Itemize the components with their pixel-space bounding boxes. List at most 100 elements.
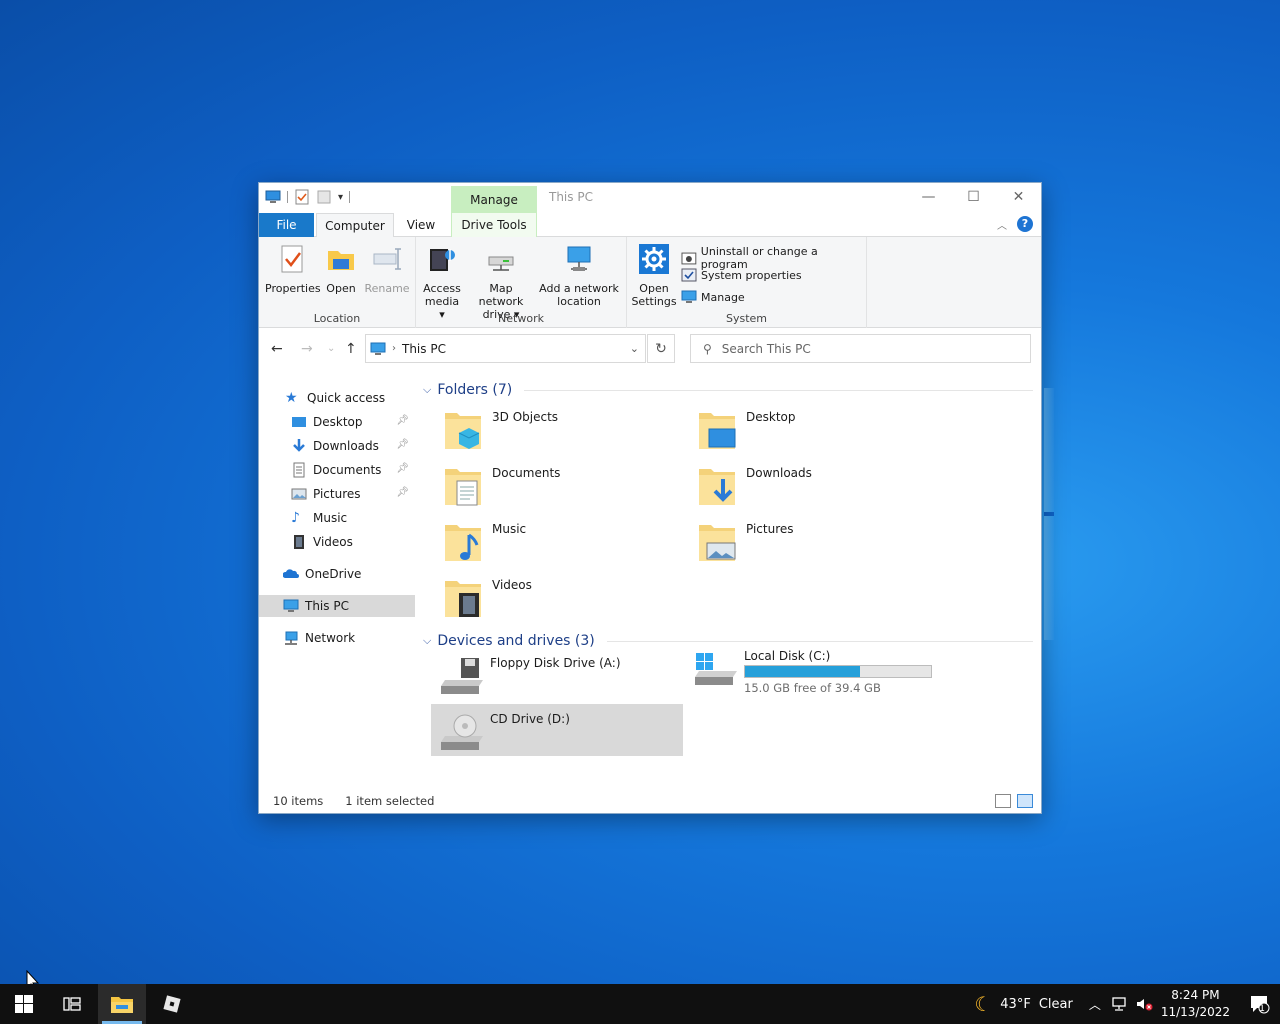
nav-onedrive[interactable]: OneDrive <box>259 563 415 585</box>
address-row: ← → ⌄ ↑ › This PC ⌄ ↻ ⚲ Search This PC <box>259 329 1041 369</box>
nav-downloads-label: Downloads <box>313 439 379 453</box>
recent-locations-button[interactable]: ⌄ <box>327 343 335 354</box>
rename-button[interactable]: Rename <box>363 243 411 295</box>
add-network-location-button[interactable]: Add a network location <box>538 243 620 308</box>
status-bar: 10 items 1 item selected <box>259 789 1041 813</box>
close-button[interactable]: ✕ <box>996 183 1041 211</box>
rename-label: Rename <box>364 282 410 295</box>
folder-videos[interactable]: Videos <box>425 571 665 623</box>
network-group-label: Network <box>498 312 544 325</box>
properties-check-icon[interactable] <box>294 189 310 205</box>
large-icons-view-button[interactable] <box>1017 794 1033 808</box>
ribbon-group-system: Open Settings Uninstall or change a prog… <box>627 237 867 328</box>
drive-floppy-a[interactable]: Floppy Disk Drive (A:) <box>431 648 683 700</box>
address-dropdown-icon[interactable]: ⌄ <box>630 342 639 355</box>
qat-dropdown-icon[interactable]: ▾ <box>338 192 343 203</box>
address-bar[interactable]: › This PC ⌄ <box>365 334 646 363</box>
folder-3d-objects[interactable]: 3D Objects <box>425 403 665 455</box>
drive-local-c[interactable]: Local Disk (C:) 15.0 GB free of 39.4 GB <box>685 641 937 695</box>
folders-section-header[interactable]: ⌵ Folders (7) <box>423 379 1033 401</box>
nav-music[interactable]: ♪ Music <box>259 507 415 529</box>
nav-network[interactable]: Network <box>259 627 415 649</box>
weather-condition: Clear <box>1038 996 1073 1012</box>
search-box[interactable]: ⚲ Search This PC <box>690 334 1031 363</box>
window-title: This PC <box>549 190 593 204</box>
nav-desktop[interactable]: Desktop 📌︎ <box>259 411 415 433</box>
tab-view[interactable]: View <box>397 213 445 237</box>
manage-button[interactable]: Manage <box>681 289 745 305</box>
back-button[interactable]: ← <box>271 341 283 357</box>
folder-name: Desktop <box>746 410 796 424</box>
forward-button[interactable]: → <box>301 341 313 357</box>
nav-documents[interactable]: Documents 📌︎ <box>259 459 415 481</box>
nav-quick-access[interactable]: ★ Quick access <box>259 387 415 409</box>
manage-computer-icon <box>681 290 697 303</box>
view-toggle <box>995 794 1033 808</box>
up-button[interactable]: ↑ <box>345 341 357 357</box>
nav-pictures[interactable]: Pictures 📌︎ <box>259 483 415 505</box>
maximize-button[interactable]: ☐ <box>951 183 996 211</box>
new-folder-icon[interactable] <box>316 189 332 205</box>
videos-icon <box>294 535 304 549</box>
network-tray-icon[interactable] <box>1111 996 1129 1012</box>
documents-icon <box>293 462 305 478</box>
add-location-label-1: Add a network <box>539 282 619 295</box>
show-hidden-icons-chevron-icon[interactable]: ︿ <box>1089 996 1101 1013</box>
videos-folder-icon <box>445 581 481 617</box>
3d-objects-folder-icon <box>445 413 481 449</box>
tab-computer[interactable]: Computer <box>316 213 394 238</box>
nav-downloads[interactable]: Downloads 📌︎ <box>259 435 415 457</box>
weather-temp: 43°F <box>1000 996 1031 1012</box>
ribbon-right-controls: ︿ ? <box>997 216 1033 232</box>
network-icon <box>285 631 298 645</box>
folder-music[interactable]: Music <box>425 515 665 567</box>
tab-manage-context[interactable]: Manage <box>451 186 537 213</box>
help-icon[interactable]: ? <box>1017 216 1033 232</box>
taskbar-file-explorer[interactable] <box>98 984 146 1024</box>
open-button[interactable]: Open <box>323 243 359 295</box>
volume-muted-icon[interactable] <box>1135 996 1153 1012</box>
nav-this-pc[interactable]: This PC <box>259 595 415 617</box>
navigation-pane: ★ Quick access Desktop 📌︎ Downloads 📌︎ D… <box>259 379 415 779</box>
collapse-ribbon-icon[interactable]: ︿ <box>997 217 1007 232</box>
map-network-drive-button[interactable]: Map network drive ▾ <box>466 243 536 321</box>
nav-videos[interactable]: Videos <box>259 531 415 553</box>
folder-desktop[interactable]: Desktop <box>679 403 919 455</box>
open-settings-button[interactable]: Open Settings <box>631 243 677 308</box>
system-properties-button[interactable]: System properties <box>681 267 802 283</box>
access-media-button[interactable]: Access media ▾ <box>422 243 462 321</box>
action-center-button[interactable]: 1 <box>1240 984 1280 1024</box>
music-folder-icon <box>445 525 481 561</box>
nav-desktop-label: Desktop <box>313 415 363 429</box>
download-arrow-icon <box>293 439 305 452</box>
title-bar: ▾ Manage This PC — ☐ ✕ <box>259 183 1041 213</box>
taskbar-clock[interactable]: 8:24 PM 11/13/2022 <box>1161 987 1230 1021</box>
folder-documents[interactable]: Documents <box>425 459 665 511</box>
rename-icon <box>373 248 401 270</box>
media-icon <box>430 249 455 271</box>
minimize-button[interactable]: — <box>906 183 951 211</box>
file-explorer-window: ▾ Manage This PC — ☐ ✕ File Computer Vie… <box>258 182 1042 814</box>
folder-downloads[interactable]: Downloads <box>679 459 919 511</box>
task-view-button[interactable] <box>48 984 96 1024</box>
drive-cd-d[interactable]: CD Drive (D:) <box>431 704 683 756</box>
nav-quick-access-label: Quick access <box>307 391 386 405</box>
pin-icon: 📌︎ <box>396 415 409 426</box>
details-view-button[interactable] <box>995 794 1011 808</box>
manage-label: Manage <box>701 290 745 304</box>
pictures-icon <box>291 488 307 500</box>
search-placeholder: Search This PC <box>721 341 811 356</box>
disk-usage-fill <box>745 666 861 677</box>
taskbar-app-roblox[interactable] <box>148 984 196 1024</box>
folder-pictures[interactable]: Pictures <box>679 515 919 567</box>
selection-count: 1 item selected <box>345 794 435 808</box>
this-pc-nav-icon <box>283 599 299 612</box>
tab-file[interactable]: File <box>259 213 314 237</box>
properties-button[interactable]: Properties <box>265 243 321 295</box>
refresh-button[interactable]: ↻ <box>647 334 675 363</box>
weather-widget[interactable]: ☾ 43°F Clear <box>974 992 1072 1016</box>
ribbon-group-network: Access media ▾ Map network drive ▾ Add a… <box>416 237 627 328</box>
start-button[interactable] <box>0 984 48 1024</box>
properties-icon <box>281 245 303 273</box>
section-divider <box>524 389 1033 391</box>
